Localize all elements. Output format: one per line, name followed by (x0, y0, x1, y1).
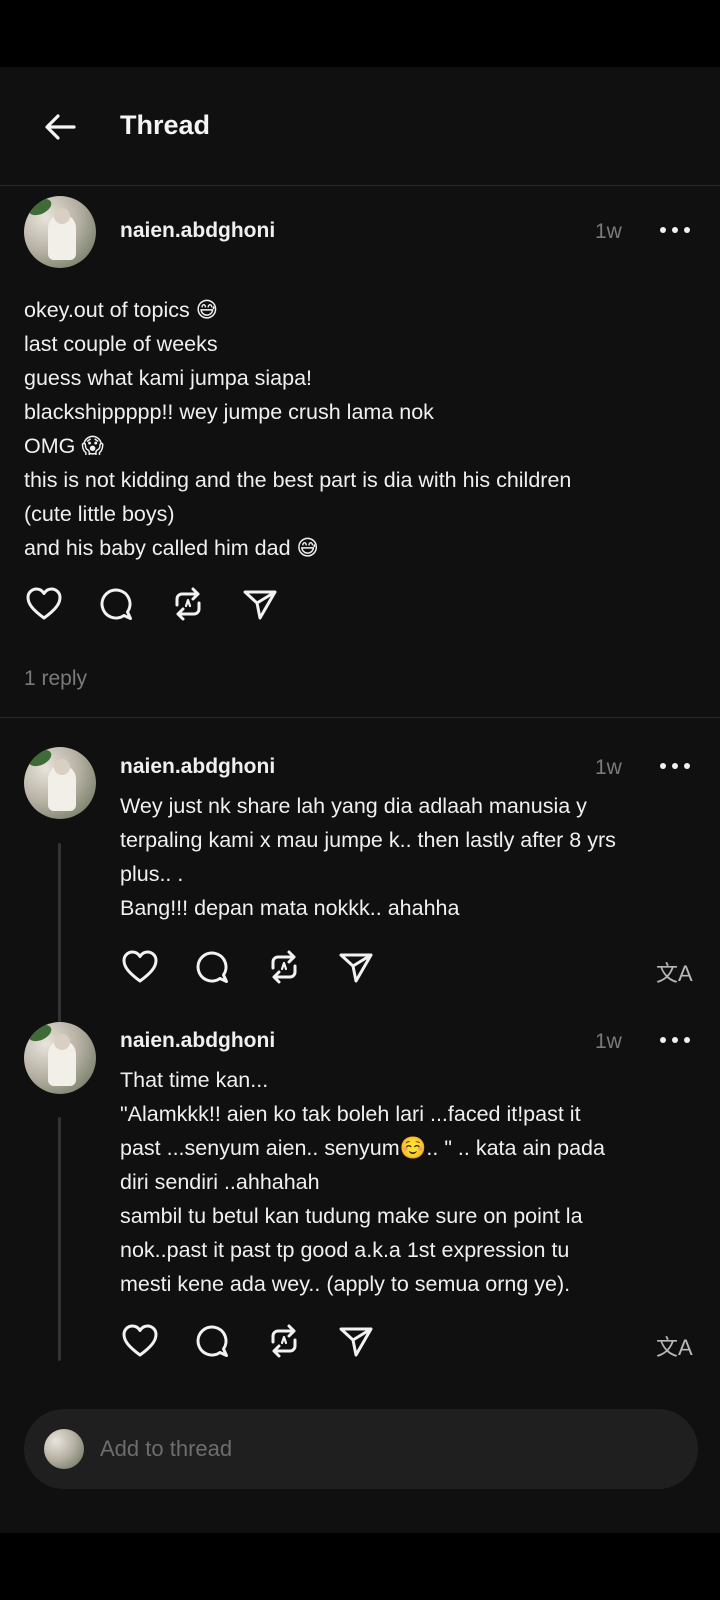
comment-bubble-icon (196, 951, 228, 983)
reply-timestamp: 1w (595, 1030, 622, 1053)
reply-body: That time kan... "Alamkkk!! aien ko tak … (120, 1068, 605, 1296)
post-divider (0, 717, 720, 718)
navigation-bar (0, 1533, 720, 1600)
comment-button[interactable] (192, 1321, 232, 1361)
heart-icon (122, 950, 158, 983)
share-button[interactable] (240, 584, 280, 624)
comment-button[interactable] (96, 584, 136, 624)
status-bar (0, 0, 720, 67)
repost-icon (175, 587, 201, 621)
comment-button[interactable] (192, 947, 232, 987)
send-icon (243, 590, 277, 620)
comment-bubble-icon (196, 1325, 228, 1357)
reply-body: Wey just nk share lah yang dia adlaah ma… (120, 794, 616, 920)
avatar[interactable] (24, 747, 96, 819)
heart-icon (26, 587, 62, 620)
like-button[interactable] (24, 584, 64, 624)
like-button[interactable] (120, 947, 160, 987)
app-header: Thread (0, 67, 720, 187)
avatar[interactable] (24, 1022, 96, 1094)
share-button[interactable] (336, 1321, 376, 1361)
thread-line (58, 1117, 61, 1361)
like-button[interactable] (120, 1321, 160, 1361)
repost-button[interactable] (264, 1321, 304, 1361)
reply-timestamp: 1w (595, 756, 622, 779)
post-username[interactable]: naien.abdghoni (120, 219, 275, 243)
more-horizontal-icon[interactable] (657, 1034, 693, 1046)
post-timestamp: 1w (595, 220, 622, 243)
more-horizontal-icon[interactable] (657, 760, 693, 772)
back-button[interactable] (40, 107, 80, 147)
heart-icon (122, 1324, 158, 1357)
repost-icon (271, 1324, 297, 1358)
header-divider (0, 185, 720, 186)
repost-button[interactable] (168, 584, 208, 624)
thread-screen: Thread naien.abdghoni 1w okey.out of top… (0, 67, 720, 1533)
page-title: Thread (120, 110, 211, 140)
send-icon (339, 1327, 373, 1357)
send-icon (339, 953, 373, 983)
avatar (44, 1429, 84, 1469)
more-horizontal-icon[interactable] (657, 224, 693, 236)
reply-count[interactable]: 1 reply (24, 667, 87, 691)
repost-icon (271, 950, 297, 984)
share-button[interactable] (336, 947, 376, 987)
translate-icon[interactable]: 文A (656, 956, 693, 988)
avatar[interactable] (24, 196, 96, 268)
reply-username[interactable]: naien.abdghoni (120, 755, 275, 779)
repost-button[interactable] (264, 947, 304, 987)
reply-username[interactable]: naien.abdghoni (120, 1029, 275, 1053)
comment-bubble-icon (100, 588, 132, 620)
translate-icon[interactable]: 文A (656, 1330, 693, 1362)
composer-placeholder: Add to thread (100, 1436, 233, 1461)
add-to-thread-input[interactable]: Add to thread (24, 1409, 698, 1489)
arrow-left-icon (45, 114, 76, 140)
post-body: okey.out of topics 😅 last couple of week… (24, 298, 572, 560)
